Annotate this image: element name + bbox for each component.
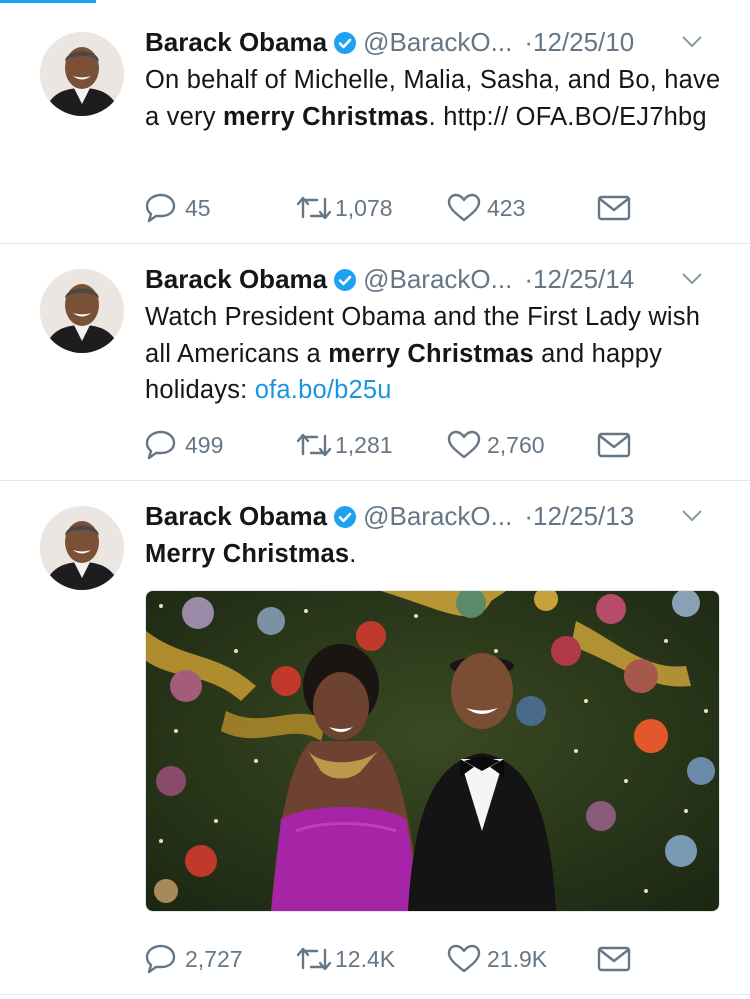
tweet-header: Barack Obama @BarackO... ·12/25/13 (145, 498, 725, 534)
chevron-down-icon[interactable] (681, 34, 703, 50)
direct-message-icon (597, 195, 631, 221)
tweet-date[interactable]: ·12/25/13 (524, 501, 634, 531)
reply-icon (145, 944, 176, 974)
avatar[interactable] (40, 32, 124, 116)
tweet-header: Barack Obama @BarackO... ·12/25/14 (145, 261, 725, 297)
tweet-text-segment: . http:// OFA.BO/EJ7hbg (428, 102, 707, 131)
reply-count: 2,727 (185, 946, 243, 972)
author-name[interactable]: Barack Obama (145, 27, 327, 57)
chevron-down-icon[interactable] (681, 508, 703, 524)
reply-count: 45 (185, 195, 211, 221)
like-icon (447, 193, 481, 222)
tweet-date[interactable]: ·12/25/14 (524, 264, 634, 294)
tweet-1[interactable]: Barack Obama @BarackO... ·12/25/10 On beha… (0, 0, 750, 243)
tweet-text: On behalf of Michelle, Malia, Sasha, and… (145, 62, 725, 135)
tweet-photo[interactable] (145, 590, 720, 912)
verified-badge-icon (334, 32, 357, 54)
tweet-header: Barack Obama @BarackO... ·12/25/10 (145, 24, 725, 60)
verified-badge-icon (334, 269, 357, 291)
author-handle[interactable]: @BarackO... (363, 501, 512, 531)
tweet-text-segment: . (349, 540, 357, 568)
tweet-text: Watch President Obama and the First Lady… (145, 299, 725, 409)
like-icon (447, 944, 481, 973)
author-handle[interactable]: @BarackO... (363, 264, 512, 294)
avatar[interactable] (40, 506, 124, 590)
like-icon (447, 430, 481, 459)
retweet-icon (296, 433, 332, 457)
retweet-count: 1,281 (335, 432, 393, 458)
reply-icon (145, 430, 176, 460)
like-count: 21.9K (487, 946, 548, 972)
tweet-text-bold: Merry Christmas (145, 540, 350, 568)
reply-count: 499 (185, 432, 224, 458)
verified-badge-icon (334, 506, 357, 528)
divider (0, 994, 750, 995)
like-count: 2,760 (487, 432, 545, 458)
christmas-tree-photo (146, 591, 719, 911)
author-name[interactable]: Barack Obama (145, 264, 327, 294)
tweet-date[interactable]: ·12/25/10 (524, 27, 634, 57)
tweet-actions: 499 1,281 2,760 (145, 427, 645, 463)
tweet-text-bold: merry Christmas (222, 102, 429, 131)
tweet-actions: 45 1,078 423 (145, 190, 645, 226)
retweet-count: 1,078 (335, 195, 393, 221)
tweet-3[interactable]: Barack Obama @BarackO... ·12/25/13 Merry C… (0, 474, 750, 994)
tweet-actions: 2,727 12.4K 21.9K (145, 941, 645, 977)
tweet-text: Merry Christmas. (145, 536, 725, 573)
retweet-count: 12.4K (335, 946, 396, 972)
author-name[interactable]: Barack Obama (145, 501, 327, 531)
like-count: 423 (487, 195, 526, 221)
tweet-link[interactable]: ofa.bo/b25u (255, 376, 392, 404)
tweet-text-bold: merry Christmas (328, 339, 534, 368)
chevron-down-icon[interactable] (681, 271, 703, 287)
direct-message-icon (597, 946, 631, 972)
tweet-2[interactable]: Barack Obama @BarackO... ·12/25/14 Watch P… (0, 237, 750, 480)
author-handle[interactable]: @BarackO... (363, 27, 512, 57)
retweet-icon (296, 196, 332, 220)
avatar[interactable] (40, 269, 124, 353)
retweet-icon (296, 947, 332, 971)
direct-message-icon (597, 432, 631, 458)
reply-icon (145, 193, 176, 223)
